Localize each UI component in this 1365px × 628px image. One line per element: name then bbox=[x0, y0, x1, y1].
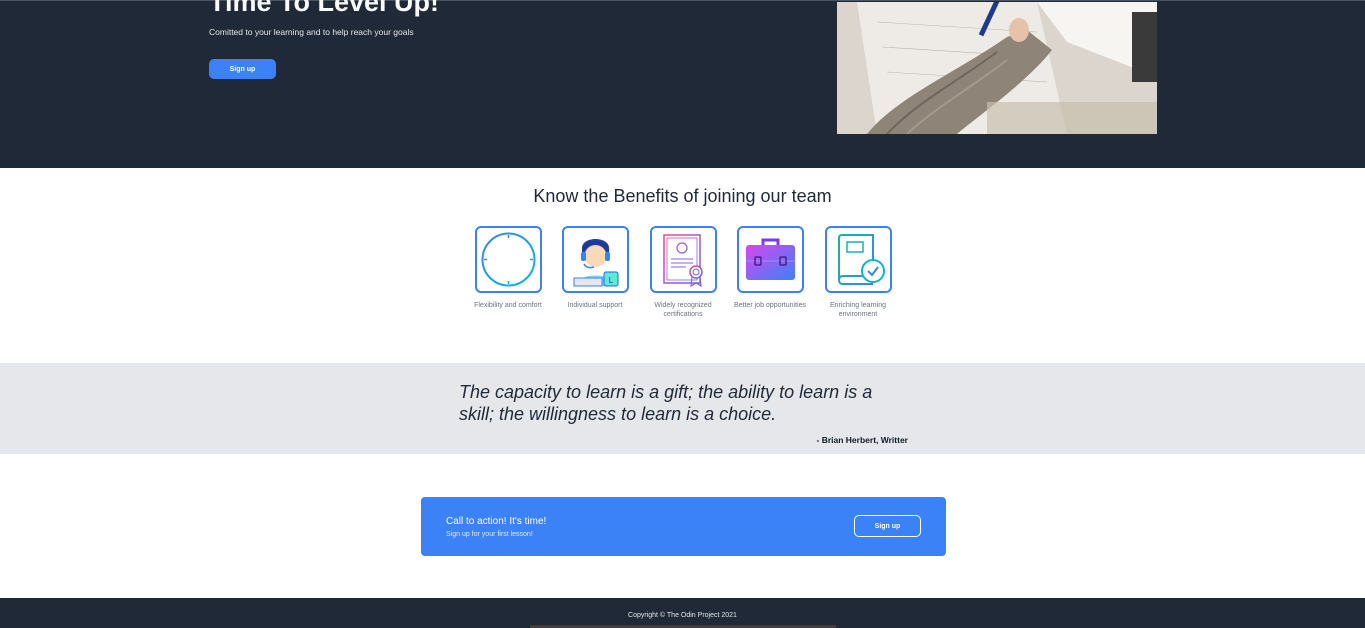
copyright-text: Copyright © The Odin Project 2021 bbox=[628, 612, 737, 619]
benefit-item: L Individual support bbox=[555, 226, 635, 310]
hero-title: Time To Level Up! bbox=[209, 0, 440, 17]
svg-text:L: L bbox=[608, 276, 613, 285]
benefit-label: Enriching learning environment bbox=[829, 302, 887, 318]
footer: Copyright © The Odin Project 2021 bbox=[0, 598, 1365, 628]
book-check-icon bbox=[824, 226, 892, 293]
benefits-title: Know the Benefits of joining our team bbox=[533, 186, 832, 206]
quote-section: The capacity to learn is a gift; the abi… bbox=[0, 363, 1365, 454]
cta-title: Call to action! It's time! bbox=[446, 516, 547, 527]
call-to-action-box: Call to action! It's time! Sign up for y… bbox=[421, 497, 946, 556]
hero-image bbox=[837, 2, 1157, 134]
support-agent-icon: L bbox=[561, 226, 629, 293]
benefit-item: Widely recognized certifications bbox=[643, 226, 723, 319]
certificate-icon bbox=[649, 226, 717, 293]
benefit-item: Better job opportunities bbox=[730, 226, 810, 310]
hero-subtitle: Comitted to your learning and to help re… bbox=[209, 27, 414, 37]
benefit-label: Flexibility and comfort bbox=[474, 302, 542, 309]
benefit-label: Individual support bbox=[567, 302, 623, 309]
cta-signup-button[interactable]: Sign up bbox=[854, 515, 921, 537]
benefit-label: Widely recognized certifications bbox=[654, 302, 712, 318]
briefcase-icon bbox=[736, 226, 804, 293]
benefit-item: Flexibility and comfort bbox=[468, 226, 548, 310]
benefit-label: Better job opportunities bbox=[734, 302, 806, 309]
quote-text: The capacity to learn is a gift; the abi… bbox=[459, 382, 873, 424]
benefit-item: Enriching learning environment bbox=[818, 226, 898, 319]
person-writing-photo-icon bbox=[837, 2, 1157, 134]
cta-subtitle: Sign up for your first lesson! bbox=[446, 531, 533, 538]
hero-section: Time To Level Up! Comitted to your learn… bbox=[0, 0, 1365, 168]
hero-signup-button[interactable]: Sign up bbox=[209, 59, 276, 79]
quote-author: - Brian Herbert, Writter bbox=[816, 435, 908, 445]
clock-icon bbox=[474, 226, 542, 293]
